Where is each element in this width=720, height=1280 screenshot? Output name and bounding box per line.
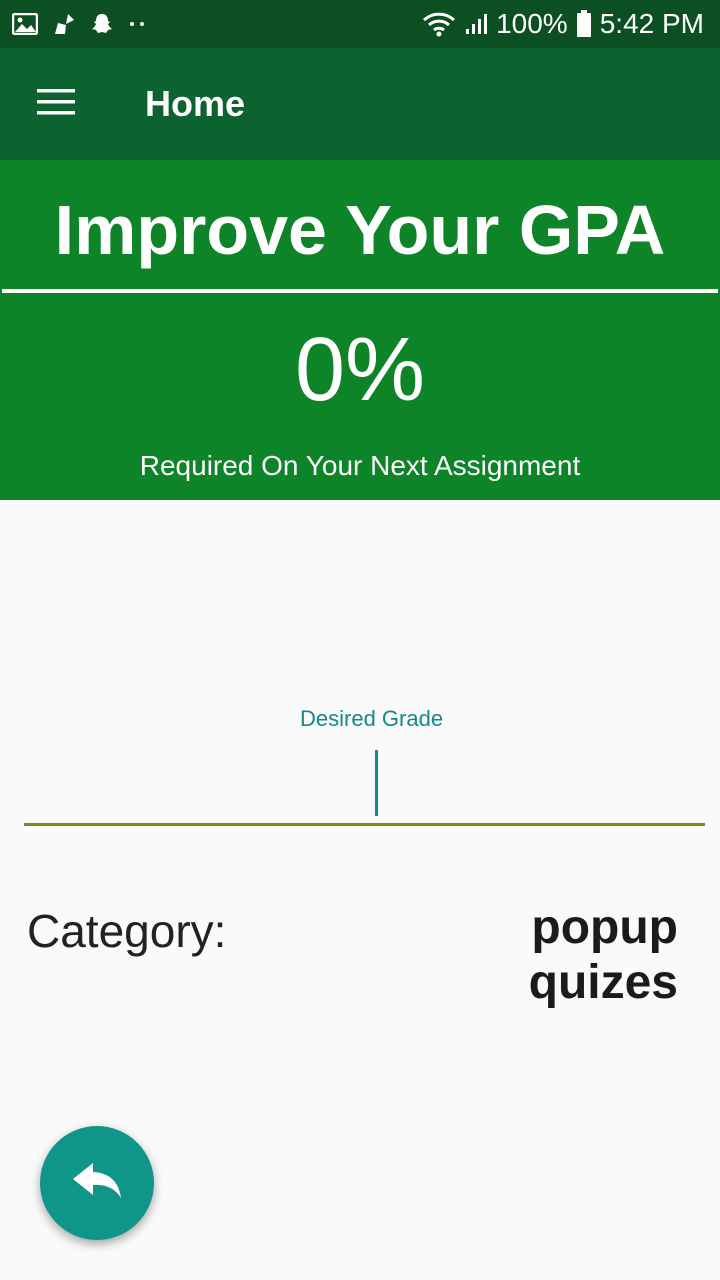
text-cursor bbox=[375, 750, 378, 816]
signal-icon bbox=[464, 12, 488, 36]
more-dots-icon bbox=[128, 20, 148, 28]
desired-grade-input[interactable] bbox=[24, 740, 705, 826]
wifi-icon bbox=[422, 11, 456, 37]
cleaner-icon bbox=[52, 12, 76, 36]
status-left-icons bbox=[12, 12, 148, 36]
menu-button[interactable] bbox=[0, 48, 112, 160]
image-icon bbox=[12, 13, 38, 35]
desired-grade-label: Desired Grade bbox=[300, 706, 444, 731]
snapchat-icon bbox=[90, 12, 114, 36]
status-right-icons: 100% 5:42 PM bbox=[422, 8, 704, 40]
status-bar: 100% 5:42 PM bbox=[0, 0, 720, 48]
required-caption: Required On Your Next Assignment bbox=[139, 450, 581, 481]
category-selector[interactable]: popup quizes bbox=[458, 900, 678, 1010]
banner-divider bbox=[2, 289, 718, 293]
battery-icon bbox=[576, 10, 592, 38]
page-title: Home bbox=[145, 83, 246, 124]
banner-title: Improve Your GPA bbox=[54, 191, 666, 269]
battery-percent: 100% bbox=[496, 8, 568, 39]
required-percentage: 0% bbox=[294, 320, 426, 420]
clock: 5:42 PM bbox=[599, 8, 704, 39]
reply-arrow-icon bbox=[71, 1161, 123, 1206]
hamburger-menu-icon bbox=[37, 88, 75, 121]
gpa-banner: Improve Your GPA 0% Required On Your Nex… bbox=[0, 160, 720, 500]
category-label: Category: bbox=[27, 905, 227, 957]
app-bar: Home bbox=[0, 48, 720, 160]
back-fab-button[interactable] bbox=[40, 1126, 154, 1240]
